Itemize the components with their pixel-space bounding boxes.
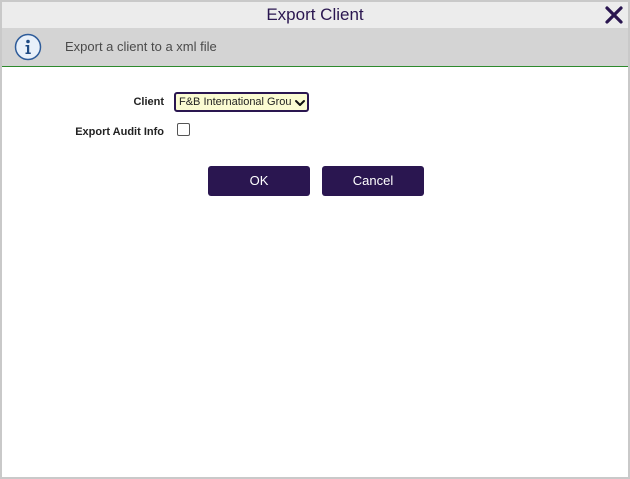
- client-select-value: F&B International Group: [179, 96, 291, 108]
- cancel-button[interactable]: Cancel: [322, 166, 424, 196]
- ok-button[interactable]: OK: [208, 166, 310, 196]
- export-audit-checkbox[interactable]: [177, 123, 190, 136]
- info-icon: [14, 33, 42, 61]
- client-select[interactable]: F&B International Group: [174, 92, 309, 112]
- chevron-down-icon: [294, 96, 306, 108]
- info-bar: Export a client to a xml file: [2, 28, 628, 67]
- export-audit-label: Export Audit Info: [75, 126, 164, 138]
- dialog-title: Export Client: [266, 5, 364, 24]
- info-message: Export a client to a xml file: [65, 39, 217, 54]
- client-label: Client: [133, 96, 164, 108]
- export-client-dialog: Export Client Export a client to a xml f…: [0, 0, 630, 479]
- close-icon[interactable]: [604, 5, 624, 25]
- dialog-titlebar: Export Client: [2, 2, 628, 28]
